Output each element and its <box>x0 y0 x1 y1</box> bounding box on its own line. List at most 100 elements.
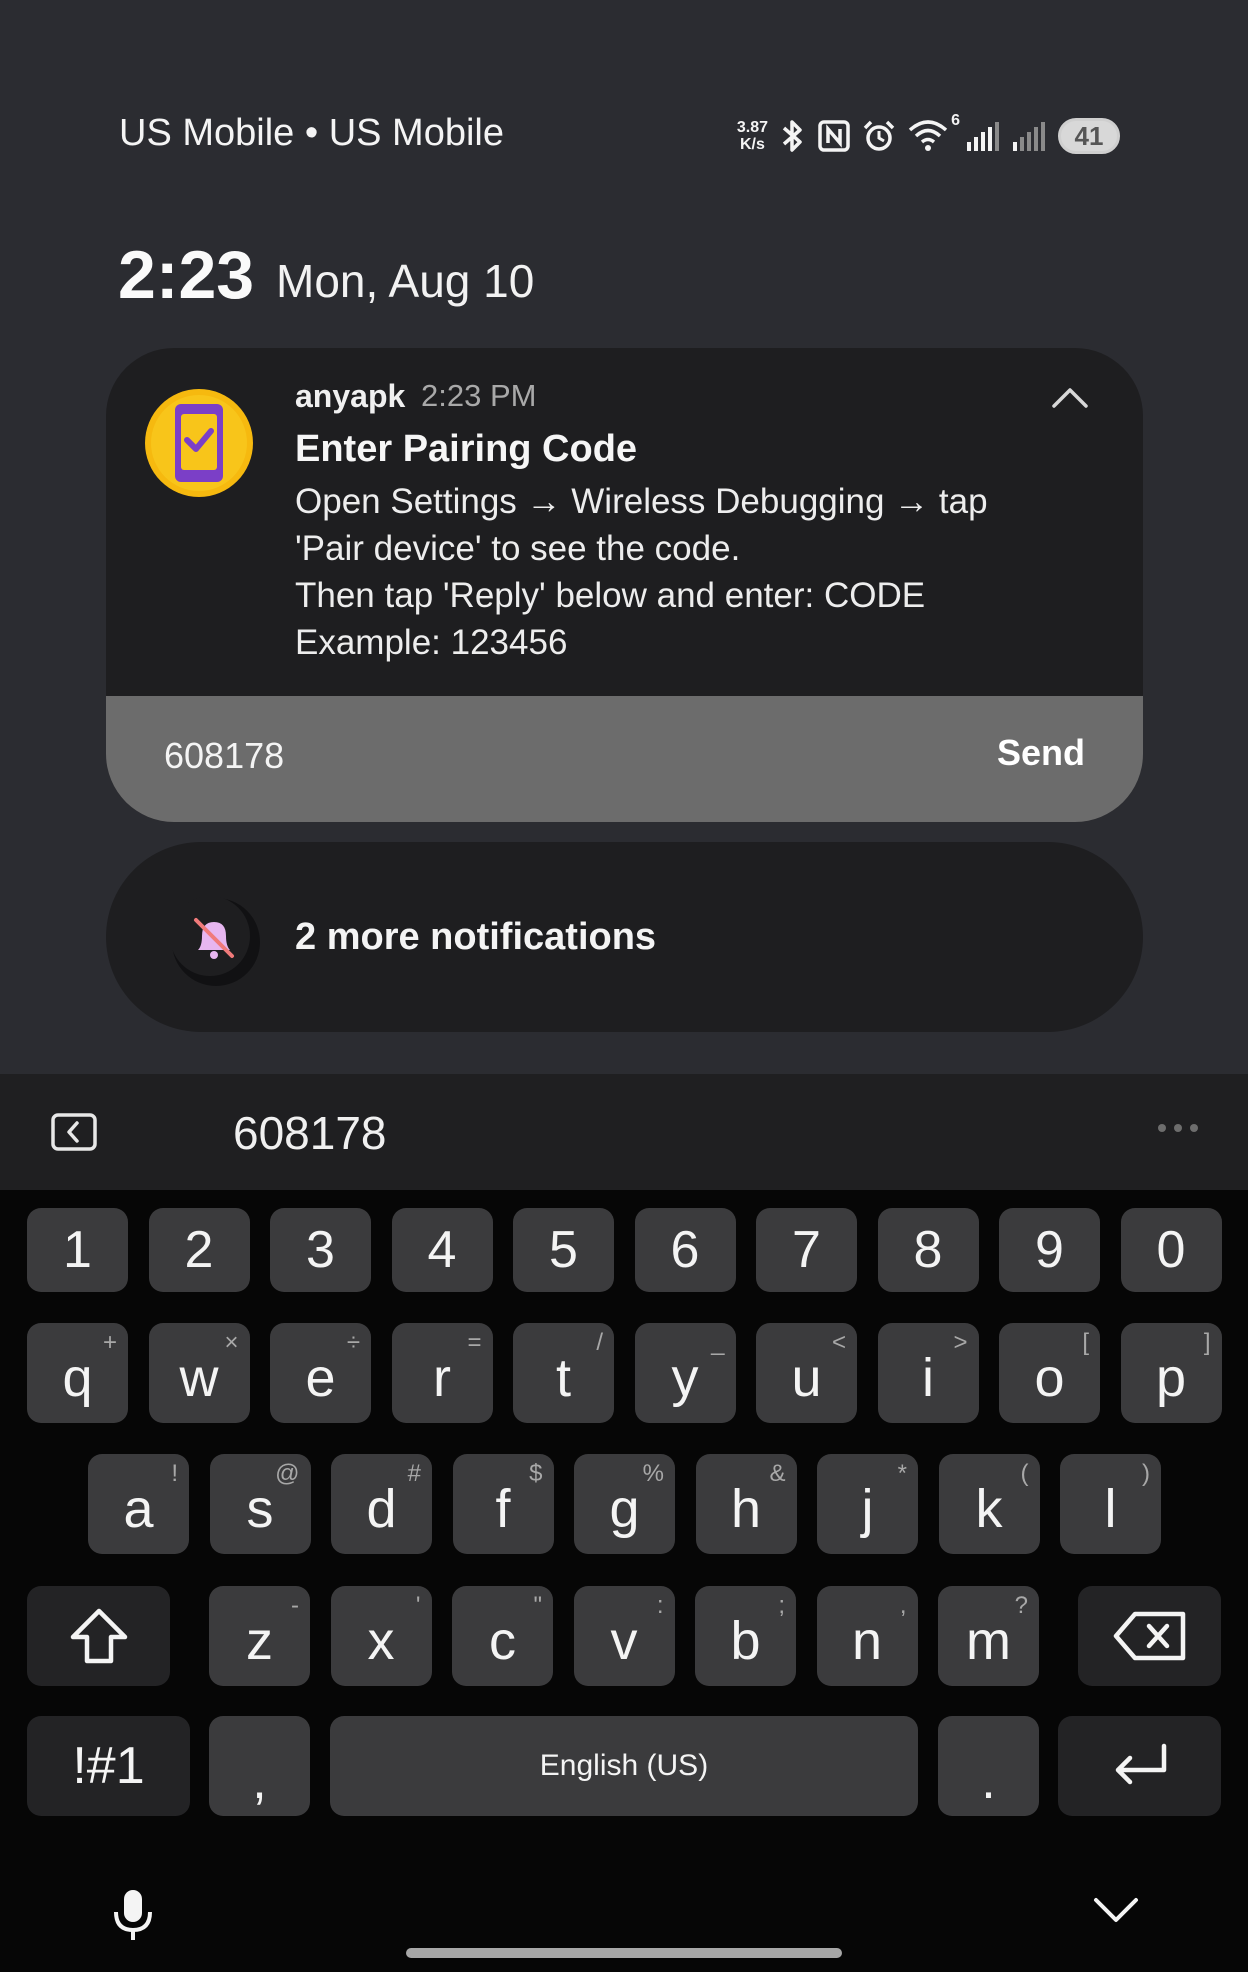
key-c-label: c <box>489 1611 516 1671</box>
key-s-hint: @ <box>275 1460 300 1487</box>
key-j-label: j <box>861 1479 874 1539</box>
comma-key[interactable]: , <box>209 1716 310 1816</box>
notification-app-name: anyapk <box>295 378 406 414</box>
reply-input[interactable] <box>164 726 864 786</box>
key-i-hint: > <box>953 1329 968 1356</box>
clock-date: Mon, Aug 10 <box>276 255 535 307</box>
key-g-hint: % <box>642 1460 664 1487</box>
key-9[interactable]: 9 <box>999 1208 1100 1292</box>
chevron-up-icon[interactable] <box>1046 378 1094 418</box>
space-key[interactable]: English (US) <box>330 1716 918 1816</box>
shift-key[interactable] <box>27 1586 170 1686</box>
key-u-label: u <box>791 1348 822 1408</box>
key-q[interactable]: q + <box>27 1323 128 1423</box>
key-6-label: 6 <box>670 1221 700 1279</box>
key-3-label: 3 <box>306 1221 335 1279</box>
key-i-label: i <box>922 1348 934 1408</box>
period-key-label: . <box>981 1752 996 1810</box>
battery-icon: 41 <box>1058 118 1120 154</box>
key-b[interactable]: b; <box>695 1586 796 1686</box>
key-x-label: x <box>367 1611 395 1671</box>
network-speed-value: 3.87 <box>736 119 768 136</box>
key-x-hint: ' <box>415 1592 421 1619</box>
key-f[interactable]: f $ <box>452 1454 554 1554</box>
symbols-key-label: !#1 <box>72 1737 145 1795</box>
toolbar-back-icon[interactable] <box>50 1112 98 1152</box>
key-i[interactable]: i > <box>877 1323 979 1423</box>
key-l-hint: ) <box>1142 1460 1150 1487</box>
key-c[interactable]: c " <box>452 1586 553 1686</box>
key-e[interactable]: e ÷ <box>270 1323 371 1423</box>
key-0-label: 0 <box>1156 1221 1186 1279</box>
key-z[interactable]: z- <box>209 1586 310 1686</box>
key-x[interactable]: x ' <box>330 1586 432 1686</box>
key-0[interactable]: 0 <box>1120 1208 1222 1292</box>
signal-icon <box>967 122 999 151</box>
key-e-label: e <box>305 1348 336 1408</box>
key-a-hint: ! <box>171 1460 178 1487</box>
key-t-label: t <box>555 1348 571 1408</box>
key-r[interactable]: r = <box>391 1323 493 1423</box>
key-o[interactable]: o[ <box>999 1323 1100 1423</box>
key-c-hint: " <box>533 1592 542 1619</box>
key-g[interactable]: g% <box>574 1454 675 1554</box>
keyboard-toolbar: 608178 <box>0 1074 1248 1190</box>
key-y[interactable]: y _ <box>634 1323 736 1423</box>
symbols-key[interactable]: !#1 <box>27 1716 190 1816</box>
key-l[interactable]: l) <box>1060 1454 1161 1554</box>
backspace-key[interactable] <box>1078 1586 1221 1686</box>
key-5[interactable]: 5 <box>513 1208 614 1292</box>
key-9-label: 9 <box>1035 1221 1064 1279</box>
key-a-label: a <box>123 1479 154 1539</box>
key-8[interactable]: 8 <box>877 1208 979 1292</box>
keyboard: 1234567890 q + w × e ÷ r = t / y _ u < i > o[p] a! s @ d # f $… <box>0 1190 1248 1972</box>
key-m[interactable]: m? <box>938 1586 1039 1686</box>
microphone-icon[interactable] <box>110 1888 156 1942</box>
key-o-label: o <box>1034 1348 1065 1408</box>
enter-key[interactable] <box>1058 1716 1221 1816</box>
key-7[interactable]: 7 <box>756 1208 857 1292</box>
wifi-status: 6 <box>908 112 960 154</box>
key-s[interactable]: s @ <box>209 1454 311 1554</box>
network-speed: 3.87 K/s <box>737 119 768 153</box>
send-button[interactable]: Send <box>997 732 1085 774</box>
key-t-hint: / <box>596 1329 603 1356</box>
more-options-icon[interactable] <box>1158 1124 1198 1132</box>
key-2-label: 2 <box>184 1221 214 1279</box>
key-w[interactable]: w × <box>148 1323 250 1423</box>
key-v[interactable]: v: <box>573 1586 675 1686</box>
period-key[interactable]: . <box>938 1716 1039 1816</box>
space-key-label: English (US) <box>539 1749 709 1782</box>
key-h[interactable]: h & <box>695 1454 797 1554</box>
status-icons: 3.87 K/s 6 41 <box>737 112 1120 160</box>
key-w-label: w <box>179 1348 219 1408</box>
more-notifications-card[interactable]: 2 more notifications <box>106 842 1143 1032</box>
key-j[interactable]: j * <box>817 1454 918 1554</box>
key-f-hint: $ <box>529 1460 543 1487</box>
key-1[interactable]: 1 <box>27 1208 128 1292</box>
key-6[interactable]: 6 <box>634 1208 736 1292</box>
key-t[interactable]: t / <box>513 1323 614 1423</box>
key-m-hint: ? <box>1014 1592 1028 1619</box>
network-speed-unit: K/s <box>739 136 765 153</box>
key-u-hint: < <box>831 1329 846 1356</box>
alarm-icon <box>863 120 895 151</box>
key-d[interactable]: d # <box>331 1454 432 1554</box>
key-a[interactable]: a! <box>88 1454 189 1554</box>
key-n[interactable]: n, <box>816 1586 918 1686</box>
notification-card[interactable]: anyapk 2:23 PM Enter Pairing Code Open S… <box>106 348 1143 822</box>
key-p[interactable]: p] <box>1120 1323 1222 1423</box>
key-k[interactable]: k( <box>938 1454 1040 1554</box>
key-2[interactable]: 2 <box>148 1208 250 1292</box>
more-notifications-label: 2 more notifications <box>295 916 657 958</box>
key-z-hint: - <box>291 1592 299 1619</box>
key-r-hint: = <box>467 1329 482 1356</box>
keyboard-suggestion[interactable]: 608178 <box>233 1106 387 1160</box>
gesture-bar[interactable] <box>406 1948 842 1958</box>
key-3[interactable]: 3 <box>270 1208 371 1292</box>
key-u[interactable]: u < <box>756 1323 857 1423</box>
signal-icon <box>1013 122 1045 151</box>
key-4[interactable]: 4 <box>391 1208 493 1292</box>
key-v-label: v <box>610 1611 638 1671</box>
hide-keyboard-icon[interactable] <box>1092 1892 1140 1926</box>
